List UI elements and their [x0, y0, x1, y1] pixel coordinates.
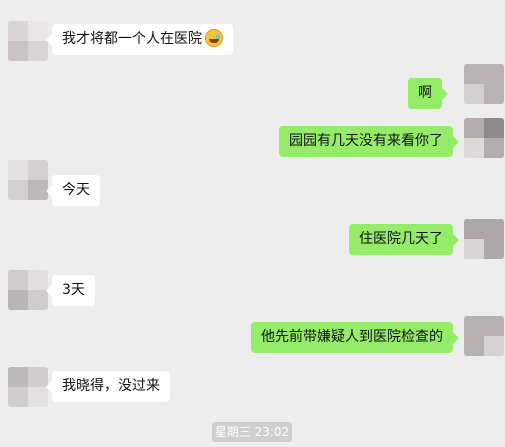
self-avatar[interactable] [464, 118, 504, 158]
message-timestamp: 星期三 23:02 [212, 422, 292, 442]
received-message-bubble[interactable]: 3天 [46, 275, 95, 306]
message-text: 我晓得，没过来 [62, 378, 160, 394]
sent-message-bubble[interactable]: 他先前带嫌疑人到医院检查的 [251, 322, 459, 353]
self-avatar[interactable] [464, 316, 504, 356]
contact-avatar[interactable] [8, 270, 48, 310]
received-message-bubble[interactable]: 我才将都一个人在医院 [46, 24, 233, 55]
self-avatar[interactable] [464, 219, 504, 259]
received-message-bubble[interactable]: 我晓得，没过来 [46, 371, 170, 402]
contact-avatar[interactable] [8, 367, 48, 407]
message-text: 园园有几天没有来看你了 [289, 133, 443, 149]
message-text: 住医院几天了 [359, 231, 443, 247]
face-with-tears-of-joy-icon [205, 29, 223, 47]
sent-message-bubble[interactable]: 园园有几天没有来看你了 [279, 126, 459, 157]
self-avatar[interactable] [464, 64, 504, 104]
message-text: 今天 [62, 182, 90, 198]
contact-avatar[interactable] [8, 21, 48, 61]
sent-message-bubble[interactable]: 住医院几天了 [349, 224, 459, 255]
received-message-bubble[interactable]: 今天 [46, 175, 100, 206]
message-text: 我才将都一个人在医院 [62, 31, 202, 47]
message-text: 他先前带嫌疑人到医院检查的 [261, 329, 443, 345]
message-text: 啊 [418, 85, 432, 101]
contact-avatar[interactable] [8, 160, 48, 200]
message-text: 3天 [62, 282, 85, 298]
sent-message-bubble[interactable]: 啊 [408, 78, 448, 109]
